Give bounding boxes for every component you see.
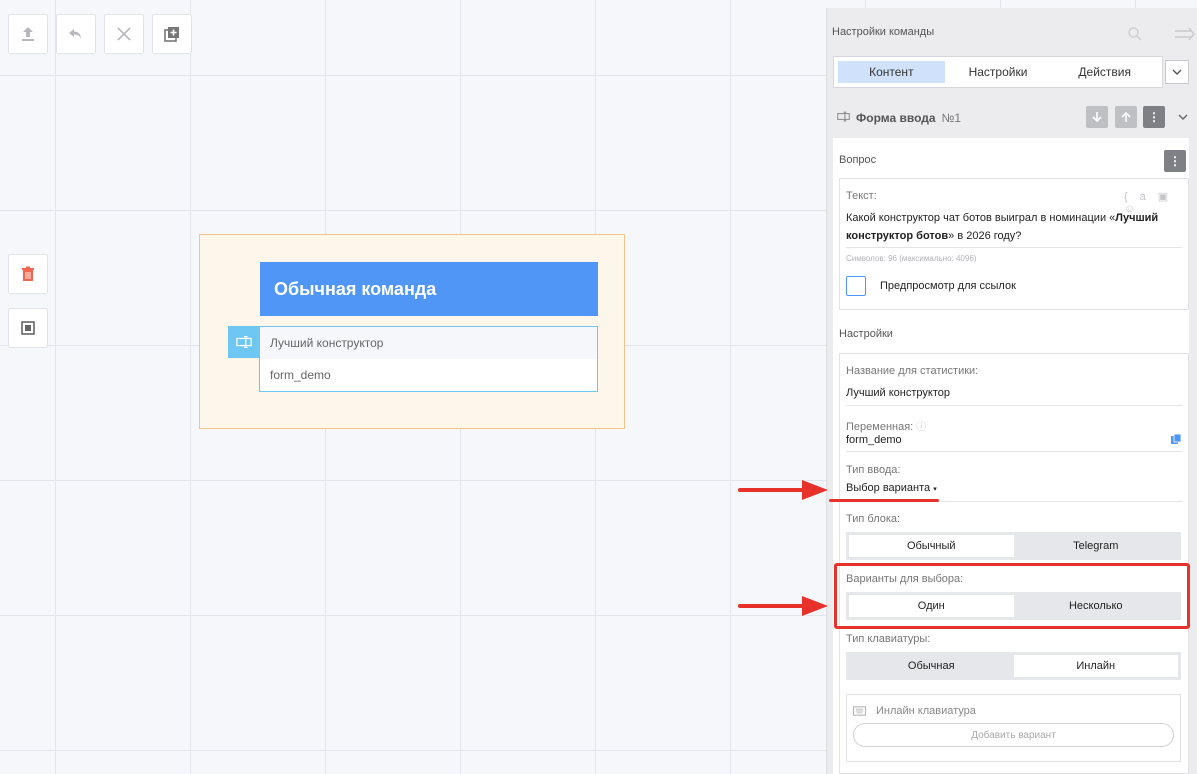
upload-button[interactable]	[8, 14, 48, 54]
section-number: №1	[941, 111, 962, 125]
section-collapse-icon[interactable]	[1178, 112, 1188, 125]
add-copy-button[interactable]	[152, 14, 192, 54]
collapse-panel-icon[interactable]	[1174, 26, 1196, 45]
delete-button[interactable]	[8, 254, 48, 294]
trash-icon	[22, 266, 34, 281]
section-title: Форма ввода	[856, 111, 936, 125]
tabs-dropdown-button[interactable]	[1165, 60, 1189, 84]
caret-down-icon: ▾	[933, 486, 937, 493]
image-icon[interactable]: ▣	[1158, 191, 1180, 203]
close-icon	[117, 27, 131, 41]
tab-actions[interactable]: Действия	[1051, 61, 1158, 83]
upload-icon	[22, 27, 34, 41]
move-down-button[interactable]	[1086, 106, 1108, 128]
more-vertical-icon: ⋮	[1148, 110, 1160, 124]
keyboard-type-label: Тип клавиатуры:	[846, 633, 931, 645]
symbol-counter: Символов: 96 (максимально: 4096)	[846, 254, 977, 263]
red-arrow-annotation	[738, 480, 828, 500]
fit-screen-icon	[21, 321, 35, 335]
variable-label: Переменная: ⓘ	[846, 421, 927, 433]
question-label: Вопрос	[839, 154, 877, 166]
undo-icon	[69, 29, 81, 39]
keyboard-option-regular[interactable]: Обычная	[849, 655, 1014, 677]
stat-name-input[interactable]: Лучший конструктор	[846, 387, 950, 399]
arrow-down-icon	[1092, 112, 1102, 123]
choice-highlight-box	[834, 563, 1190, 629]
block-text: Лучший конструктор	[260, 327, 597, 359]
section-menu-button[interactable]: ⋮	[1143, 106, 1165, 128]
tab-settings[interactable]: Настройки	[945, 61, 1052, 83]
add-variant-button[interactable]: Добавить вариант	[853, 723, 1174, 747]
add-copy-icon	[164, 27, 179, 42]
arrow-up-icon	[1121, 111, 1131, 122]
variable-input[interactable]: form_demo	[846, 434, 902, 446]
search-icon[interactable]	[1127, 26, 1143, 45]
red-arrow-annotation	[738, 596, 828, 616]
panel-tabs: Контент Настройки Действия	[833, 56, 1163, 88]
question-text[interactable]: Какой конструктор чат ботов выиграл в но…	[846, 209, 1176, 245]
input-form-icon	[228, 326, 260, 358]
input-type-underline-annotation	[829, 499, 939, 502]
tab-content[interactable]: Контент	[838, 61, 945, 83]
keyboard-icon	[853, 706, 866, 719]
panel-title: Настройки команды	[832, 26, 935, 38]
link-preview-checkbox[interactable]	[846, 276, 866, 296]
inline-keyboard-label: Инлайн клавиатура	[876, 705, 976, 717]
block-type-toggle: Обычный Telegram	[846, 532, 1181, 560]
block-type-option-telegram[interactable]: Telegram	[1014, 535, 1179, 557]
command-title[interactable]: Обычная команда	[260, 262, 598, 316]
more-vertical-icon: ⋮	[1169, 154, 1181, 168]
keyboard-type-toggle: Обычная Инлайн	[846, 652, 1181, 680]
fit-screen-button[interactable]	[8, 308, 48, 348]
text-label: Текст:	[846, 190, 877, 202]
input-form-block[interactable]: Лучший конструктор form_demo	[259, 326, 598, 392]
stat-name-label: Название для статистики:	[846, 365, 979, 377]
block-type-label: Тип блока:	[846, 513, 901, 525]
input-type-select[interactable]: Выбор варианта ▾	[846, 482, 937, 494]
input-type-label: Тип ввода:	[846, 464, 901, 476]
block-variable: form_demo	[270, 368, 331, 382]
question-menu-button[interactable]: ⋮	[1164, 150, 1186, 172]
input-form-icon	[837, 110, 850, 126]
copy-icon[interactable]	[1170, 433, 1182, 448]
close-button[interactable]	[104, 14, 144, 54]
link-preview-label[interactable]: Предпросмотр для ссылок	[880, 280, 1016, 292]
keyboard-option-inline[interactable]: Инлайн	[1013, 655, 1178, 677]
move-up-button[interactable]	[1115, 106, 1137, 128]
chevron-down-icon	[1172, 69, 1182, 75]
undo-button[interactable]	[56, 14, 96, 54]
help-icon[interactable]: ⓘ	[916, 422, 926, 433]
settings-heading: Настройки	[839, 328, 893, 340]
variable-insert-icon[interactable]: {a	[1124, 191, 1158, 203]
block-type-option-regular[interactable]: Обычный	[849, 535, 1014, 557]
